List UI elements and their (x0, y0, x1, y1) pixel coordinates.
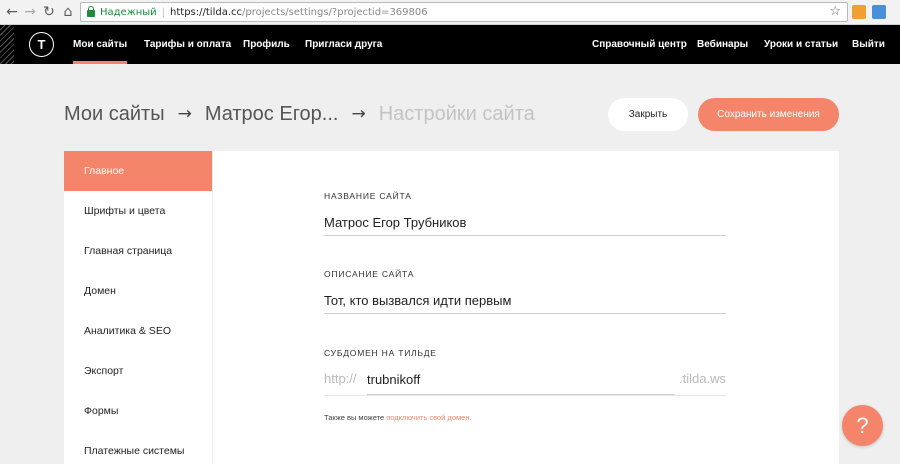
nav-lessons[interactable]: Уроки и статьи (764, 25, 838, 64)
url-host: https://tilda.cc (170, 6, 243, 18)
nav-profile[interactable]: Профиль (243, 25, 290, 64)
sidebar-item-domain[interactable]: Домен (64, 271, 212, 311)
nav-my-sites[interactable]: Мои сайты (73, 25, 128, 64)
secure-label: Надежный (100, 6, 157, 18)
sidebar-item-main[interactable]: Главное (64, 151, 212, 191)
domain-note: Также вы можете подключить свой домен. (324, 413, 472, 422)
tilda-logo-icon[interactable]: T (29, 32, 54, 57)
subdomain-input[interactable]: trubnikoff (367, 365, 675, 395)
close-button[interactable]: Закрыть (608, 98, 688, 131)
forward-icon[interactable]: → (21, 3, 39, 21)
top-navigation: T Мои сайты Тарифы и оплата Профиль Приг… (0, 25, 900, 64)
settings-panel: НАЗВАНИЕ САЙТА Матрос Егор Трубников ОПИ… (213, 151, 839, 464)
settings-sidebar: Главное Шрифты и цвета Главная страница … (64, 151, 212, 464)
nav-webinars[interactable]: Вебинары (697, 25, 748, 64)
address-bar[interactable]: Надежный | https://tilda.cc/projects/set… (80, 2, 848, 22)
sidebar-item-forms[interactable]: Формы (64, 391, 212, 431)
connect-domain-link[interactable]: подключить свой домен. (386, 413, 471, 422)
lock-icon (87, 5, 95, 17)
breadcrumb: Мои сайты → Матрос Егор... → Настройки с… (64, 100, 535, 128)
home-icon[interactable]: ⌂ (59, 3, 77, 21)
site-name-label: НАЗВАНИЕ САЙТА (324, 191, 412, 201)
extension-chart-icon[interactable] (852, 5, 866, 19)
sidebar-item-analytics-seo[interactable]: Аналитика & SEO (64, 311, 212, 351)
help-bubble-icon[interactable]: ? (842, 405, 883, 446)
sidebar-item-payments[interactable]: Платежные системы (64, 431, 212, 464)
save-button[interactable]: Сохранить изменения (698, 98, 839, 131)
subdomain-suffix: .tilda.ws (679, 371, 726, 386)
extension-app-icon[interactable] (872, 5, 886, 19)
browser-toolbar: ← → ↻ ⌂ Надежный | https://tilda.cc/proj… (0, 0, 900, 25)
sidebar-item-home-page[interactable]: Главная страница (64, 231, 212, 271)
subdomain-prefix: http:// (324, 371, 357, 386)
site-description-label: ОПИСАНИЕ САЙТА (324, 269, 415, 279)
zigzag-pattern-icon (0, 25, 14, 64)
subdomain-label: СУБДОМЕН НА ТИЛЬДЕ (324, 348, 437, 358)
address-separator: | (161, 6, 166, 18)
subdomain-underline (324, 395, 726, 396)
bookmark-star-icon[interactable]: ☆ (829, 4, 841, 19)
site-description-input[interactable]: Тот, кто вызвался идти первым (324, 287, 726, 314)
nav-help-center[interactable]: Справочный центр (592, 25, 687, 64)
url-path: /projects/settings/?projectid=369806 (242, 6, 428, 18)
sidebar-item-export[interactable]: Экспорт (64, 351, 212, 391)
breadcrumb-my-sites[interactable]: Мои сайты (64, 103, 165, 126)
nav-invite-friend[interactable]: Пригласи друга (305, 25, 382, 64)
back-icon[interactable]: ← (3, 3, 21, 21)
arrow-right-icon: → (177, 104, 192, 124)
arrow-right-icon: → (351, 104, 366, 124)
site-name-input[interactable]: Матрос Егор Трубников (324, 209, 726, 236)
reload-icon[interactable]: ↻ (40, 3, 58, 21)
breadcrumb-project[interactable]: Матрос Егор... (205, 103, 339, 126)
domain-note-text: Также вы можете (324, 413, 387, 422)
nav-logout[interactable]: Выйти (852, 25, 885, 64)
nav-tariffs[interactable]: Тарифы и оплата (144, 25, 231, 64)
sidebar-item-fonts-colors[interactable]: Шрифты и цвета (64, 191, 212, 231)
breadcrumb-current: Настройки сайта (378, 102, 535, 125)
